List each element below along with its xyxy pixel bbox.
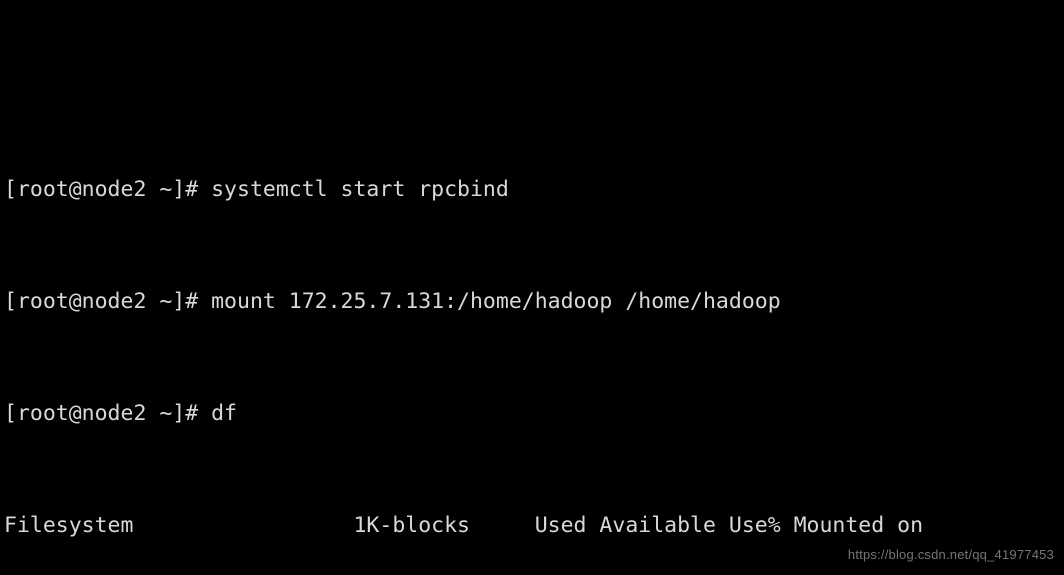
terminal-line-partial-top — [4, 64, 1060, 92]
terminal-window[interactable]: [root@node2 ~]# systemctl start rpcbind … — [0, 0, 1064, 575]
terminal-line-command-mount: [root@node2 ~]# mount 172.25.7.131:/home… — [4, 289, 781, 314]
df-header-row: Filesystem 1K-blocks Used Available Use%… — [4, 513, 924, 538]
terminal-line-command-systemctl: [root@node2 ~]# systemctl start rpcbind — [4, 177, 509, 202]
watermark-text: https://blog.csdn.net/qq_41977453 — [847, 547, 1054, 562]
terminal-screen[interactable]: [root@node2 ~]# systemctl start rpcbind … — [4, 0, 1060, 575]
terminal-line-command-df: [root@node2 ~]# df — [4, 401, 237, 426]
